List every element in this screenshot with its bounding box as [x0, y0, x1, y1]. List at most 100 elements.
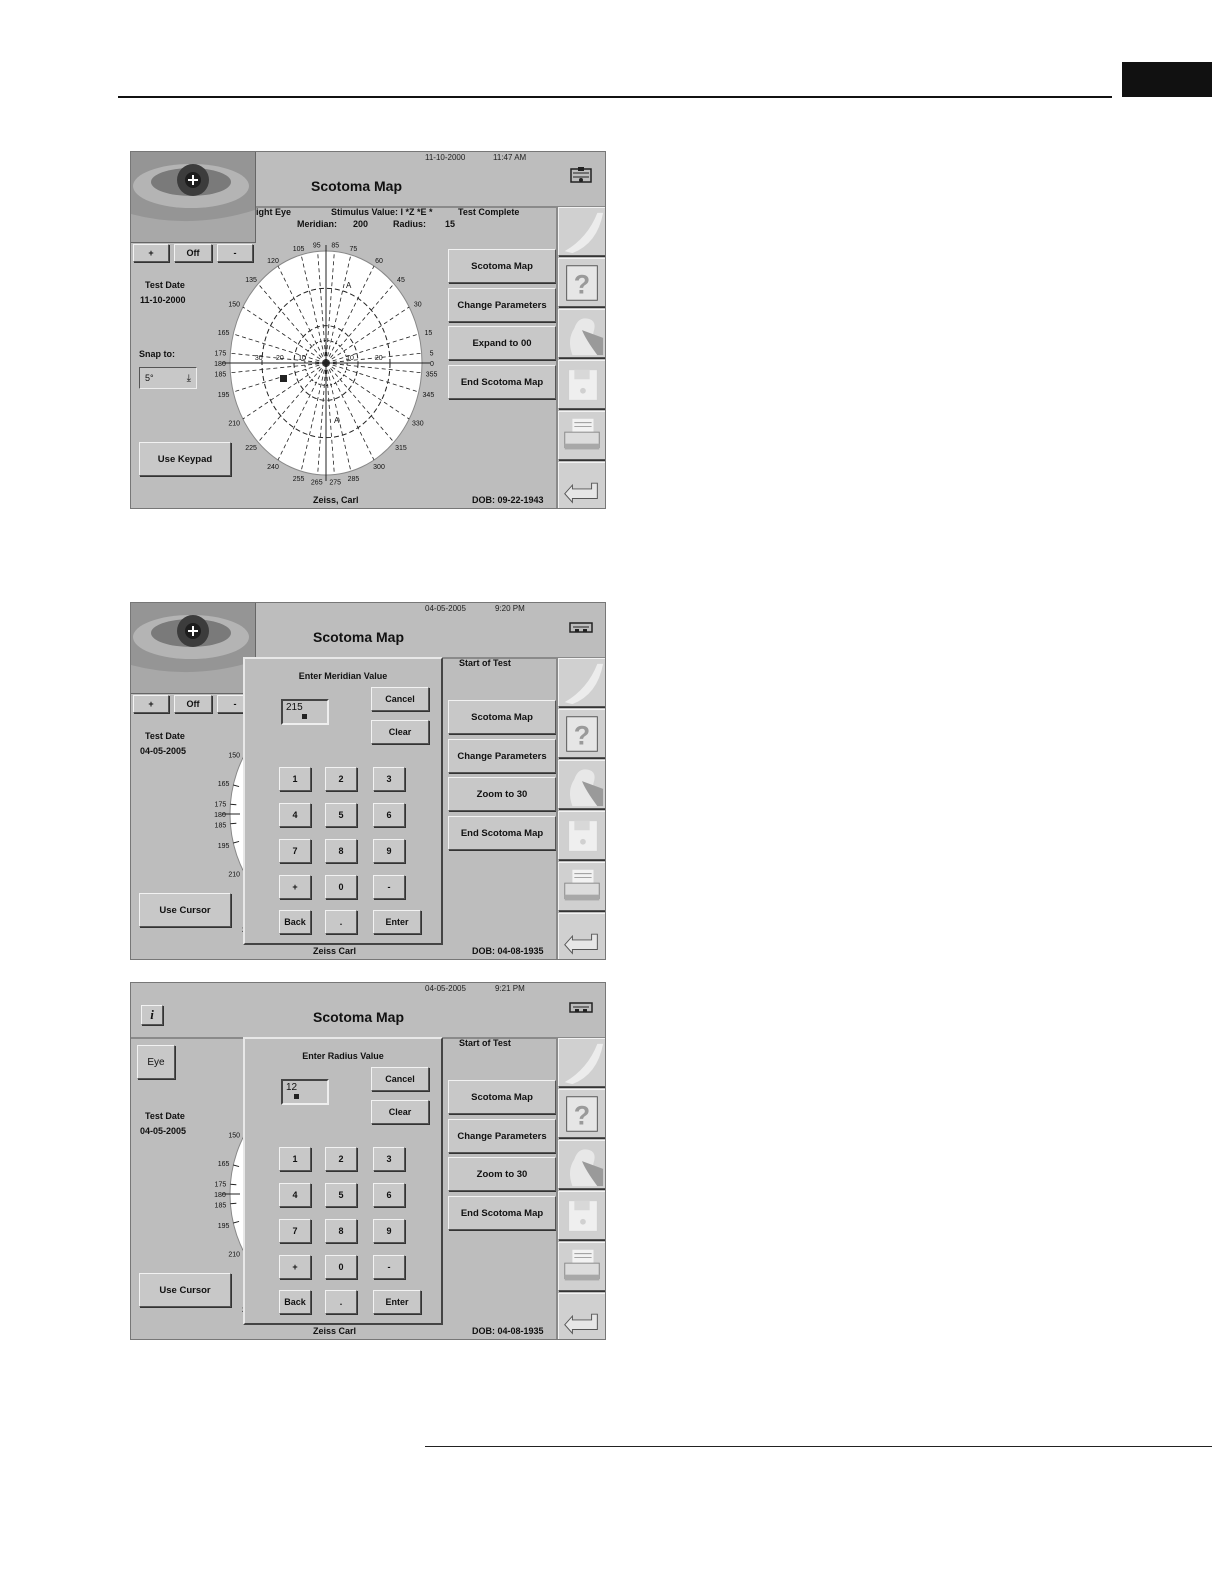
meridian-tick: [230, 1202, 237, 1205]
radius-value-field[interactable]: 12: [281, 1079, 329, 1105]
help-icon: ?: [566, 715, 598, 752]
clear-button[interactable]: Clear: [371, 1100, 429, 1124]
help-button[interactable]: ?: [558, 709, 605, 758]
key-7[interactable]: 7: [279, 839, 311, 863]
radius-keypad-dialog: Enter Radius Value 12 Cancel Clear 12345…: [243, 1037, 443, 1325]
return-button[interactable]: [558, 462, 605, 508]
patient-button[interactable]: [558, 760, 605, 809]
key-plus[interactable]: +: [279, 875, 311, 899]
help-button[interactable]: ?: [558, 258, 605, 307]
printer-button[interactable]: [558, 862, 605, 911]
key-minus[interactable]: -: [373, 875, 405, 899]
key-3[interactable]: 3: [373, 1147, 405, 1171]
blank-button[interactable]: [558, 1038, 605, 1087]
meridian-label: 240: [267, 464, 279, 471]
key-4[interactable]: 4: [279, 1183, 311, 1207]
key-4[interactable]: 4: [279, 803, 311, 827]
disk-button[interactable]: [558, 811, 605, 860]
change-parameters-button[interactable]: Change Parameters: [448, 288, 556, 322]
patient-name: Zeiss Carl: [313, 946, 357, 956]
enter-button[interactable]: Enter: [373, 1290, 421, 1314]
key-3[interactable]: 3: [373, 767, 405, 791]
meridian-label: 150: [228, 302, 240, 309]
blank-button[interactable]: [558, 658, 605, 707]
key-1[interactable]: 1: [279, 767, 311, 791]
scotoma-point[interactable]: [280, 375, 287, 382]
dialog-title: Enter Radius Value: [302, 1051, 384, 1061]
meridian-value-field[interactable]: 215: [281, 699, 329, 725]
key-0[interactable]: 0: [325, 875, 357, 899]
use-cursor-button[interactable]: Use Cursor: [139, 1273, 231, 1307]
back-button[interactable]: Back: [279, 910, 311, 934]
radius-value-text: 12: [286, 1082, 298, 1093]
key-0[interactable]: 0: [325, 1255, 357, 1279]
patient-button[interactable]: [558, 309, 605, 358]
key-8[interactable]: 8: [325, 1219, 357, 1243]
enter-button[interactable]: Enter: [373, 910, 421, 934]
expand-button[interactable]: Expand to 00: [448, 326, 556, 360]
printer-button[interactable]: [558, 411, 605, 460]
end-scotoma-map-button[interactable]: End Scotoma Map: [448, 816, 556, 850]
disk-button[interactable]: [558, 360, 605, 409]
return-icon: [564, 1313, 598, 1335]
key-8[interactable]: 8: [325, 839, 357, 863]
svg-text:?: ?: [574, 720, 590, 750]
patient-button[interactable]: [558, 1140, 605, 1189]
help-button[interactable]: ?: [558, 1089, 605, 1138]
key-2[interactable]: 2: [325, 767, 357, 791]
screen-polar-map: 11-10-2000 11:47 AM Scotoma Map + Off - …: [130, 151, 606, 509]
clear-button[interactable]: Clear: [371, 720, 429, 744]
key-5[interactable]: 5: [325, 803, 357, 827]
meridian-label: 180: [214, 1192, 226, 1199]
key-2[interactable]: 2: [325, 1147, 357, 1171]
meridian-label: 85: [331, 242, 339, 249]
meridian-label: 135: [245, 277, 257, 284]
radius-label: 20: [276, 355, 284, 362]
zoom-button[interactable]: Zoom to 30: [448, 777, 556, 811]
scotoma-map-button[interactable]: Scotoma Map: [448, 1080, 556, 1114]
return-button[interactable]: [558, 1293, 605, 1339]
key-plus[interactable]: +: [279, 1255, 311, 1279]
meridian-label: 105: [293, 246, 305, 253]
back-button[interactable]: Back: [279, 1290, 311, 1314]
key-minus[interactable]: -: [373, 1255, 405, 1279]
meridian-label: 165: [218, 330, 230, 337]
meridian-label: 175: [215, 1182, 227, 1189]
cancel-button[interactable]: Cancel: [371, 687, 429, 711]
cancel-button[interactable]: Cancel: [371, 1067, 429, 1091]
blank-button[interactable]: [558, 207, 605, 256]
use-cursor-button[interactable]: Use Cursor: [139, 893, 231, 927]
disk-button[interactable]: [558, 1191, 605, 1240]
key-5[interactable]: 5: [325, 1183, 357, 1207]
blank-icon: [564, 663, 604, 704]
disk-icon: [568, 368, 598, 401]
change-parameters-button[interactable]: Change Parameters: [448, 1119, 556, 1153]
dialog-title: Enter Meridian Value: [298, 671, 388, 681]
end-scotoma-map-button[interactable]: End Scotoma Map: [448, 1196, 556, 1230]
meridian-label: 330: [412, 421, 424, 428]
footer-rule: [425, 1446, 1212, 1447]
change-parameters-button[interactable]: Change Parameters: [448, 739, 556, 773]
test-status: Start of Test: [459, 658, 511, 668]
key-7[interactable]: 7: [279, 1219, 311, 1243]
meridian-label: 180: [214, 812, 226, 819]
return-button[interactable]: [558, 913, 605, 959]
scotoma-map-button[interactable]: Scotoma Map: [448, 700, 556, 734]
key-1[interactable]: 1: [279, 1147, 311, 1171]
meridian-label: 185: [215, 822, 227, 829]
key-6[interactable]: 6: [373, 803, 405, 827]
disk-icon: [568, 819, 598, 852]
printer-button[interactable]: [558, 1242, 605, 1291]
scotoma-map-button[interactable]: Scotoma Map: [448, 249, 556, 283]
meridian-label: 75: [350, 246, 358, 253]
key-6[interactable]: 6: [373, 1183, 405, 1207]
meridian-label: 175: [215, 802, 227, 809]
key-decimal[interactable]: .: [325, 910, 357, 934]
key-decimal[interactable]: .: [325, 1290, 357, 1314]
key-9[interactable]: 9: [373, 1219, 405, 1243]
meridian-label: 150: [228, 753, 240, 760]
meridian-label: 180: [214, 361, 226, 368]
key-9[interactable]: 9: [373, 839, 405, 863]
end-scotoma-map-button[interactable]: End Scotoma Map: [448, 365, 556, 399]
zoom-button[interactable]: Zoom to 30: [448, 1157, 556, 1191]
